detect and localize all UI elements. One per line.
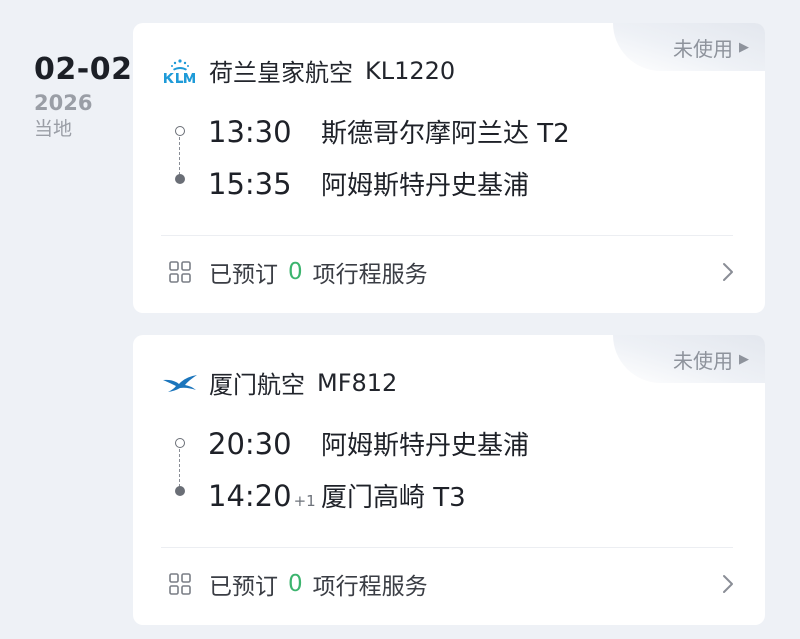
caret-right-icon: ▶	[739, 39, 749, 55]
flight-number: MF812	[317, 368, 398, 397]
chevron-right-icon	[719, 571, 737, 597]
services-count: 0	[288, 571, 303, 597]
route-timeline	[174, 438, 186, 496]
route-dashed-line	[179, 137, 180, 175]
departure-airport: 斯德哥尔摩阿兰达 T2	[321, 119, 570, 149]
klm-logo-icon	[161, 56, 201, 86]
arrival-dot-icon	[175, 486, 185, 496]
grid-icon	[167, 571, 193, 597]
status-tag[interactable]: 未使用 ▶	[613, 23, 765, 71]
flight-card-kl1220[interactable]: 未使用 ▶ 荷兰皇家航空 KL1220 13:30 斯德哥尔摩阿兰达 T2 15…	[133, 23, 765, 313]
services-suffix: 项行程服务	[312, 262, 428, 288]
status-label: 未使用	[673, 36, 733, 61]
trip-services-row[interactable]: 已预订 0 项行程服务	[167, 569, 737, 600]
arrival-row: 14:20 +1 厦门高崎 T3	[208, 477, 466, 514]
trip-page: 02-02 2026 当地 未使用 ▶ 荷兰皇家航空 KL1220 13:30 …	[0, 0, 800, 639]
services-suffix: 项行程服务	[312, 574, 428, 600]
arrival-time: 15:35	[208, 167, 292, 201]
arrival-time-group: 14:20 +1	[208, 479, 321, 513]
services-count: 0	[288, 259, 303, 285]
trip-date: 02-02	[34, 52, 133, 87]
departure-dot-icon	[175, 126, 185, 136]
trip-services-row[interactable]: 已预订 0 项行程服务	[167, 257, 737, 288]
caret-right-icon: ▶	[739, 351, 749, 367]
departure-airport: 阿姆斯特丹史基浦	[321, 431, 530, 461]
grid-icon	[167, 259, 193, 285]
timezone-label: 当地	[34, 118, 73, 140]
airline-name: 厦门航空	[209, 371, 305, 399]
date-column: 02-02 2026 当地	[34, 52, 132, 141]
xiamen-airlines-logo-icon	[161, 368, 201, 398]
divider	[161, 235, 733, 236]
flight-number: KL1220	[365, 56, 456, 85]
departure-time: 20:30	[208, 427, 292, 461]
route-timeline	[174, 126, 186, 184]
arrival-row: 15:35 阿姆斯特丹史基浦	[208, 165, 529, 202]
arrival-airport: 厦门高崎 T3	[321, 483, 466, 513]
arrival-airport: 阿姆斯特丹史基浦	[321, 171, 530, 201]
arrival-time: 14:20	[208, 479, 292, 513]
services-booked-label: 已预订	[209, 262, 278, 288]
trip-year: 2026	[34, 91, 93, 115]
divider	[161, 547, 733, 548]
arrival-dot-icon	[175, 174, 185, 184]
airline-name: 荷兰皇家航空	[209, 59, 353, 87]
chevron-right-icon	[719, 259, 737, 285]
route-dashed-line	[179, 449, 180, 487]
services-booked-label: 已预订	[209, 574, 278, 600]
airline-row: 厦门航空 MF812	[161, 365, 397, 400]
departure-row: 20:30 阿姆斯特丹史基浦	[208, 425, 529, 462]
day-offset: +1	[293, 492, 316, 510]
status-label: 未使用	[673, 348, 733, 373]
departure-row: 13:30 斯德哥尔摩阿兰达 T2	[208, 113, 570, 150]
departure-time: 13:30	[208, 115, 292, 149]
departure-dot-icon	[175, 438, 185, 448]
flight-card-mf812[interactable]: 未使用 ▶ 厦门航空 MF812 20:30 阿姆斯特丹史基浦 14:20 +1	[133, 335, 765, 625]
status-tag[interactable]: 未使用 ▶	[613, 335, 765, 383]
airline-row: 荷兰皇家航空 KL1220	[161, 53, 455, 88]
